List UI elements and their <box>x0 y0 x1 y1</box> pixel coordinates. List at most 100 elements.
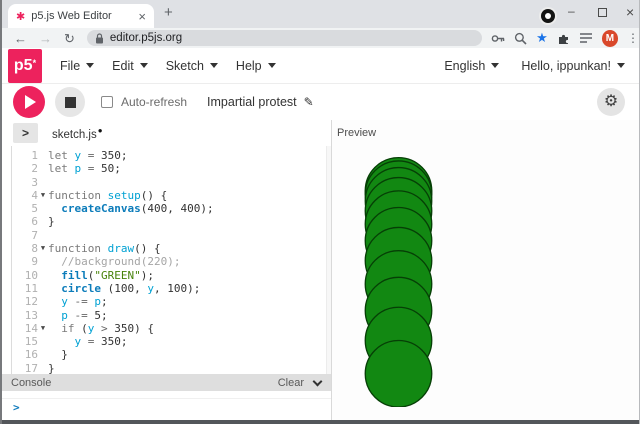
code-token: y <box>147 282 154 295</box>
code-line[interactable]: 4▼function setup() { <box>12 189 326 202</box>
menu-help[interactable]: Help <box>236 59 276 73</box>
console-collapse-chevron-icon[interactable] <box>313 376 323 386</box>
editor-panel: > sketch.js● 1let y = 350;2let p = 50;34… <box>2 120 332 420</box>
p5-circle <box>365 341 432 408</box>
code-token <box>48 335 75 348</box>
reading-list-icon[interactable] <box>579 32 593 44</box>
window-close-button[interactable]: × <box>626 4 634 20</box>
line-number: 10 <box>12 269 38 282</box>
fold-arrow-icon[interactable]: ▼ <box>38 242 48 255</box>
code-token: ); <box>187 282 200 295</box>
code-line[interactable]: 6} <box>12 215 326 228</box>
code-line[interactable]: 5 createCanvas(400, 400); <box>12 202 326 215</box>
code-token: draw <box>108 242 135 255</box>
code-token <box>48 322 61 335</box>
address-bar[interactable]: editor.p5js.org <box>87 30 482 46</box>
stop-button[interactable] <box>55 87 85 117</box>
account-menu[interactable]: Hello, ippunkan! <box>521 59 625 73</box>
code-line[interactable]: 16 } <box>12 348 326 361</box>
code-token: 5 <box>94 309 101 322</box>
code-token <box>48 202 61 215</box>
bookmark-star-icon[interactable]: ★ <box>536 30 548 46</box>
chevron-down-icon <box>86 63 94 68</box>
file-tab-sketchjs[interactable]: sketch.js● <box>52 126 103 141</box>
menu-edit[interactable]: Edit <box>112 59 148 73</box>
browser-menu-icon[interactable]: ⋮ <box>627 31 639 45</box>
console-prompt-icon[interactable]: > <box>13 401 20 414</box>
console-clear-button[interactable]: Clear <box>278 377 304 389</box>
window-maximize-button[interactable] <box>598 8 607 17</box>
code-line[interactable]: 2let p = 50; <box>12 162 326 175</box>
code-line[interactable]: 15 y = 350; <box>12 335 326 348</box>
line-number: 3 <box>12 176 38 189</box>
code-editor[interactable]: 1let y = 350;2let p = 50;34▼function set… <box>2 146 331 374</box>
fold-gutter <box>38 149 48 162</box>
reload-icon[interactable]: ↻ <box>64 32 75 45</box>
code-token: setup <box>108 189 141 202</box>
play-button[interactable] <box>13 86 45 118</box>
file-tab-bar: > sketch.js● <box>2 120 331 146</box>
fold-gutter <box>38 309 48 322</box>
code-token: ( <box>101 282 114 295</box>
code-line[interactable]: 10 fill("GREEN"); <box>12 269 326 282</box>
code-line[interactable]: 12 y -= p; <box>12 295 326 308</box>
fold-arrow-icon[interactable]: ▼ <box>38 322 48 335</box>
back-icon[interactable]: ← <box>14 32 27 45</box>
sidebar-expand-button[interactable]: > <box>13 123 38 143</box>
menu-file[interactable]: File <box>60 59 94 73</box>
password-key-icon[interactable] <box>491 32 505 45</box>
chevron-down-icon <box>140 63 148 68</box>
language-selector[interactable]: English <box>444 59 499 73</box>
fold-gutter <box>38 176 48 189</box>
browser-tab-strip: ✱ p5.js Web Editor × + – × <box>2 0 639 28</box>
code-token: ( <box>141 202 148 215</box>
code-token <box>48 295 61 308</box>
new-tab-button[interactable]: + <box>164 4 173 21</box>
forward-icon: → <box>39 32 52 45</box>
code-token <box>48 269 61 282</box>
code-token: let <box>48 162 75 175</box>
extension-icon[interactable] <box>557 32 570 45</box>
preview-label: Preview <box>332 120 639 139</box>
code-token: fill <box>61 269 88 282</box>
code-line[interactable]: 8▼function draw() { <box>12 242 326 255</box>
code-line[interactable]: 3 <box>12 176 326 189</box>
zoom-icon[interactable] <box>514 32 527 45</box>
p5-logo[interactable]: p5* <box>8 49 42 83</box>
tab-close-icon[interactable]: × <box>138 9 146 24</box>
auto-refresh-checkbox[interactable] <box>101 96 113 108</box>
fold-gutter <box>38 335 48 348</box>
chevron-down-icon <box>617 63 625 68</box>
code-line[interactable]: 9 //background(220); <box>12 255 326 268</box>
code-token: ; <box>101 295 108 308</box>
code-line[interactable]: 17} <box>12 362 326 374</box>
line-number: 15 <box>12 335 38 348</box>
unsaved-dot: ● <box>98 126 103 135</box>
profile-avatar[interactable]: M <box>602 30 618 47</box>
console-title: Console <box>11 377 51 389</box>
menu-sketch[interactable]: Sketch <box>166 59 218 73</box>
code-token: ; <box>114 162 121 175</box>
code-line[interactable]: 11 circle (100, y, 100); <box>12 282 326 295</box>
code-line[interactable]: 1let y = 350; <box>12 149 326 162</box>
p5-app-header: p5* File Edit Sketch Help English Hello,… <box>2 48 639 84</box>
window-minimize-button[interactable]: – <box>568 4 575 18</box>
line-number: 8 <box>12 242 38 255</box>
line-number: 12 <box>12 295 38 308</box>
console-divider <box>2 398 331 399</box>
code-token: ( <box>75 322 88 335</box>
edit-name-pencil-icon[interactable]: ✎ <box>304 95 314 109</box>
p5-toolbar: Auto-refresh Impartial protest ✎ ⚙ <box>2 84 639 120</box>
settings-button[interactable]: ⚙ <box>597 88 625 116</box>
code-token: if <box>61 322 74 335</box>
browser-tab[interactable]: ✱ p5.js Web Editor × <box>8 4 154 28</box>
code-line[interactable]: 13 p -= 5; <box>12 309 326 322</box>
code-token: y <box>75 149 82 162</box>
fold-arrow-icon[interactable]: ▼ <box>38 189 48 202</box>
code-line[interactable]: 7 <box>12 229 326 242</box>
code-line[interactable]: 14▼ if (y > 350) { <box>12 322 326 335</box>
code-token: let <box>48 149 75 162</box>
code-lines[interactable]: 1let y = 350;2let p = 50;34▼function set… <box>12 146 327 374</box>
code-token: y <box>88 322 95 335</box>
sketch-name[interactable]: Impartial protest <box>207 95 297 109</box>
